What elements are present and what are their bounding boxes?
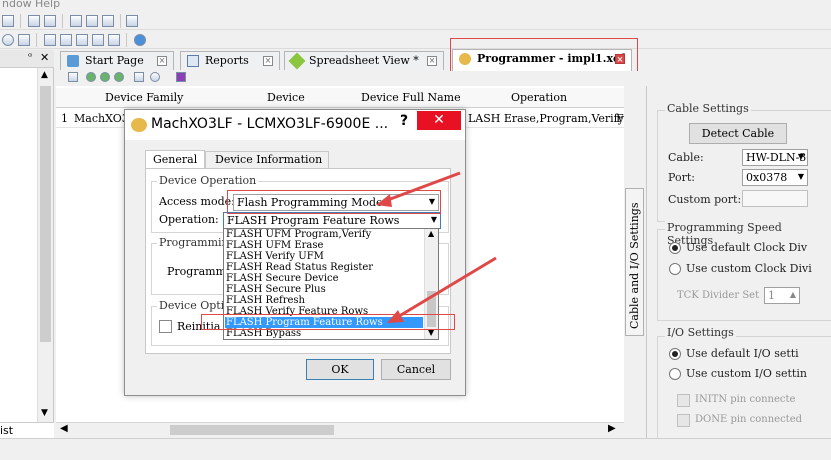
annotation-arrows <box>376 171 497 323</box>
annotation-arrow-head <box>376 194 392 207</box>
annotation-arrow-head <box>387 310 404 323</box>
annotation-arrow <box>384 171 461 203</box>
annotation-arrow <box>395 256 497 320</box>
